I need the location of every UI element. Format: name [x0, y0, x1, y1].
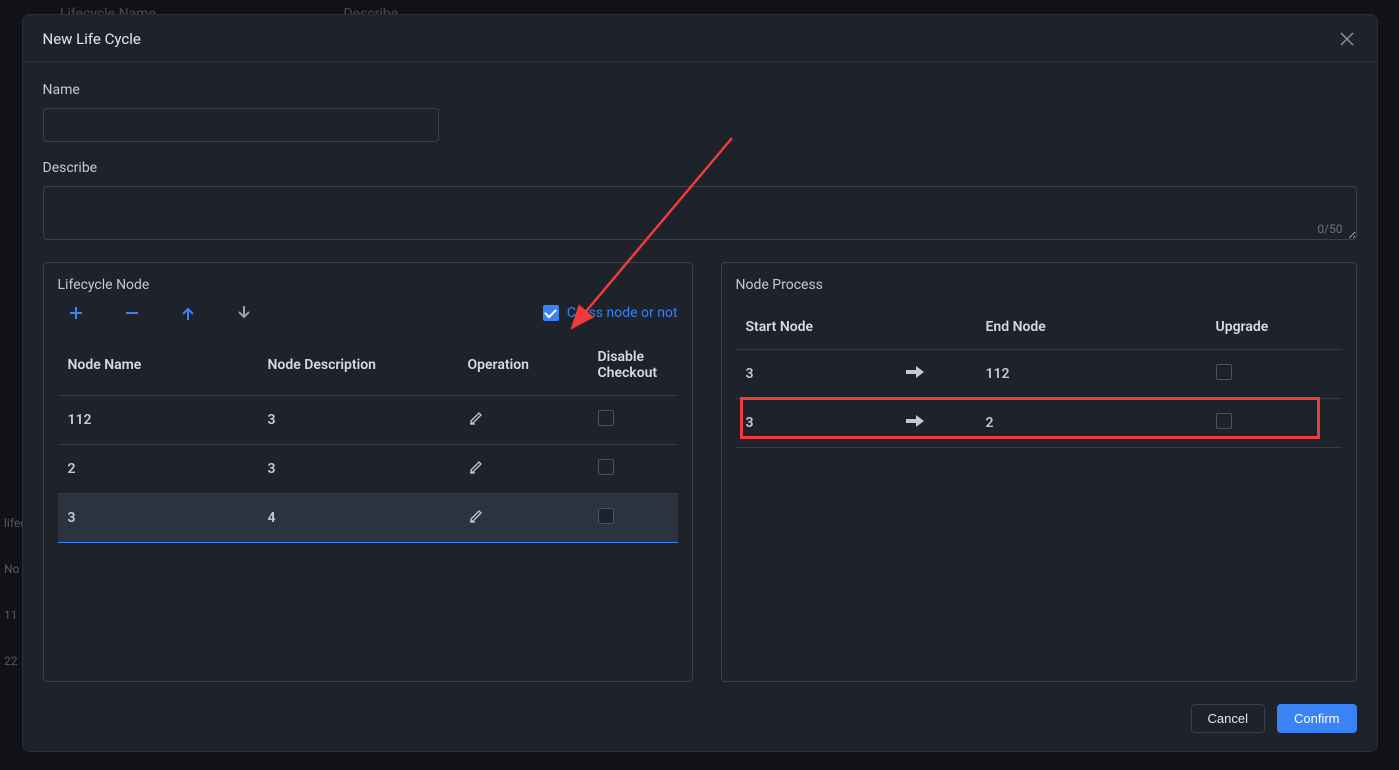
col-node-name: Node Name: [58, 335, 258, 396]
cross-node-checkbox[interactable]: [543, 305, 559, 321]
modal-header: New Life Cycle: [23, 15, 1377, 62]
modal-title: New Life Cycle: [43, 30, 141, 48]
cell-end-node: 2: [976, 399, 1206, 448]
cell-disable-checkout: [588, 494, 678, 543]
cell-node-desc: 3: [258, 445, 458, 494]
disable-checkout-checkbox[interactable]: [598, 508, 614, 524]
plus-icon: [69, 306, 83, 320]
describe-field-group: Describe 0/50: [43, 160, 1357, 244]
cell-start-node: 3: [736, 399, 896, 448]
cross-node-toggle[interactable]: Cross node or not: [543, 305, 678, 321]
node-process-panel: Node Process Start Node End Node Upgrade: [721, 262, 1357, 682]
node-process-row[interactable]: 3 112: [736, 350, 1342, 399]
describe-label: Describe: [43, 160, 1357, 176]
close-button[interactable]: [1337, 29, 1357, 49]
lifecycle-node-toolbar: Cross node or not: [58, 305, 678, 321]
arrow-right-icon: [906, 415, 924, 427]
lifecycle-node-row[interactable]: 3 4: [58, 494, 678, 543]
edit-node-button[interactable]: [468, 508, 484, 524]
name-label: Name: [43, 82, 1357, 98]
remove-node-button[interactable]: [124, 305, 140, 321]
close-icon: [1340, 32, 1354, 46]
node-process-table-wrap: Start Node End Node Upgrade 3: [736, 305, 1342, 448]
cell-disable-checkout: [588, 445, 678, 494]
cell-operation: [458, 396, 588, 445]
cell-arrow: [896, 399, 976, 448]
move-down-button[interactable]: [236, 305, 252, 321]
lifecycle-node-panel: Lifecycle Node: [43, 262, 693, 682]
panels-row: Lifecycle Node: [43, 262, 1357, 682]
describe-textarea[interactable]: [43, 186, 1357, 240]
minus-icon: [125, 306, 139, 320]
edit-icon: [468, 459, 484, 475]
modal-body: Name Describe 0/50 Lifecycle Node: [23, 62, 1377, 690]
cell-node-name: 2: [58, 445, 258, 494]
col-upgrade: Upgrade: [1206, 305, 1342, 350]
lifecycle-node-row[interactable]: 2 3: [58, 445, 678, 494]
lifecycle-node-row[interactable]: 112 3: [58, 396, 678, 445]
edit-icon: [468, 508, 484, 524]
edit-node-button[interactable]: [468, 410, 484, 426]
name-field-group: Name: [43, 82, 1357, 142]
cell-arrow: [896, 350, 976, 399]
cell-operation: [458, 445, 588, 494]
col-node-description: Node Description: [258, 335, 458, 396]
lifecycle-node-table: Node Name Node Description Operation Dis…: [58, 335, 678, 543]
cell-node-name: 3: [58, 494, 258, 543]
cell-operation: [458, 494, 588, 543]
cell-upgrade: [1206, 350, 1342, 399]
add-node-button[interactable]: [68, 305, 84, 321]
disable-checkout-checkbox[interactable]: [598, 459, 614, 475]
modal-footer: Cancel Confirm: [23, 690, 1377, 751]
node-process-title: Node Process: [736, 277, 1342, 293]
arrow-down-icon: [238, 306, 250, 320]
col-disable-checkout: Disable Checkout: [588, 335, 678, 396]
node-process-row[interactable]: 3 2: [736, 399, 1342, 448]
cancel-button[interactable]: Cancel: [1191, 704, 1265, 733]
cell-disable-checkout: [588, 396, 678, 445]
name-input[interactable]: [43, 108, 439, 142]
edit-node-button[interactable]: [468, 459, 484, 475]
lifecycle-node-title: Lifecycle Node: [58, 277, 678, 293]
col-arrow: [896, 305, 976, 350]
cell-node-name: 112: [58, 396, 258, 445]
arrow-right-icon: [906, 366, 924, 378]
cell-upgrade: [1206, 399, 1342, 448]
col-operation: Operation: [458, 335, 588, 396]
cell-start-node: 3: [736, 350, 896, 399]
upgrade-checkbox[interactable]: [1216, 364, 1232, 380]
move-up-button[interactable]: [180, 305, 196, 321]
cell-node-desc: 3: [258, 396, 458, 445]
edit-icon: [468, 410, 484, 426]
upgrade-checkbox[interactable]: [1216, 413, 1232, 429]
col-end-node: End Node: [976, 305, 1206, 350]
new-life-cycle-modal: New Life Cycle Name Describe 0/50 Lifecy…: [22, 14, 1378, 752]
modal-overlay: New Life Cycle Name Describe 0/50 Lifecy…: [0, 0, 1399, 770]
toolbar-icons: [68, 305, 252, 321]
arrow-up-icon: [182, 306, 194, 320]
cell-end-node: 112: [976, 350, 1206, 399]
describe-textarea-wrap: 0/50: [43, 186, 1357, 244]
cell-node-desc: 4: [258, 494, 458, 543]
cross-node-label: Cross node or not: [567, 305, 678, 321]
confirm-button[interactable]: Confirm: [1277, 704, 1357, 733]
col-start-node: Start Node: [736, 305, 896, 350]
node-process-table: Start Node End Node Upgrade 3: [736, 305, 1342, 448]
disable-checkout-checkbox[interactable]: [598, 410, 614, 426]
